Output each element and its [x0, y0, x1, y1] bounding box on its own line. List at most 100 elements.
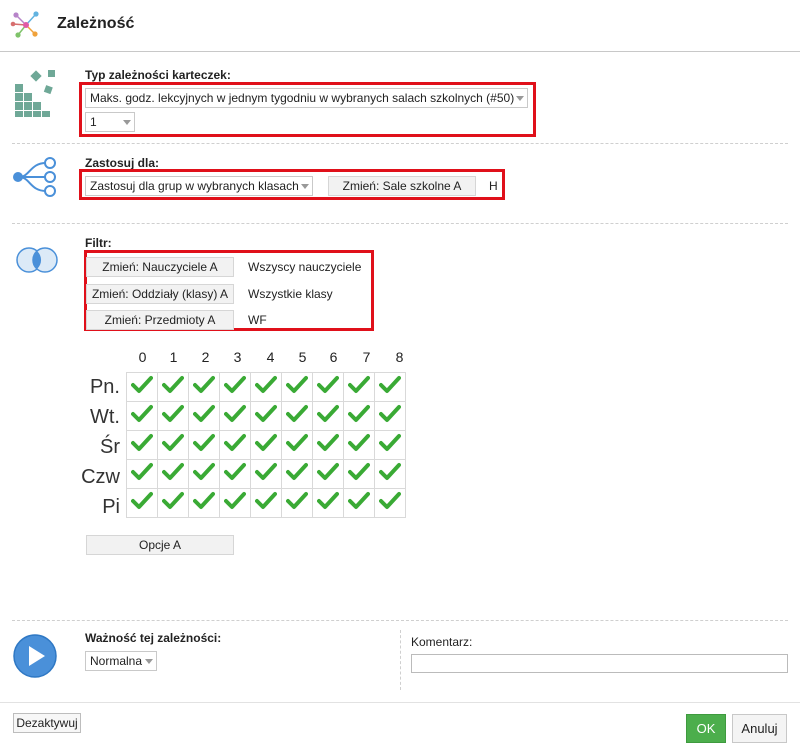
timetable-cell[interactable]	[312, 459, 344, 489]
checkmark-icon	[131, 433, 153, 451]
filter-label: Filtr:	[85, 236, 112, 250]
timetable-cell[interactable]	[343, 372, 375, 402]
timetable-cell[interactable]	[219, 488, 251, 518]
section-divider	[12, 620, 788, 621]
timetable-cell[interactable]	[126, 488, 158, 518]
timetable-cell[interactable]	[374, 488, 406, 518]
timetable-cell[interactable]	[126, 430, 158, 460]
timetable-cell[interactable]	[188, 430, 220, 460]
dependency-type-value: Maks. godz. lekcyjnych w jednym tygodniu…	[90, 91, 515, 105]
ok-button[interactable]: OK	[686, 714, 726, 743]
dependency-type-select[interactable]: Maks. godz. lekcyjnych w jednym tygodniu…	[85, 88, 528, 108]
day-header: Śr	[100, 436, 120, 458]
timetable-cell[interactable]	[374, 459, 406, 489]
period-header: 7	[362, 349, 371, 365]
checkmark-icon	[162, 433, 184, 451]
timetable-cell[interactable]	[157, 372, 189, 402]
header-divider	[0, 51, 800, 52]
vertical-divider	[400, 630, 401, 690]
checkmark-icon	[348, 491, 370, 509]
timetable-cell[interactable]	[219, 372, 251, 402]
timetable-cell[interactable]	[219, 401, 251, 431]
timetable-cell[interactable]	[250, 401, 282, 431]
chevron-down-icon	[145, 659, 153, 664]
timetable-cell[interactable]	[157, 459, 189, 489]
count-value: 1	[90, 115, 97, 129]
timetable-cell[interactable]	[312, 372, 344, 402]
timetable-cell[interactable]	[343, 459, 375, 489]
timetable-cell[interactable]	[250, 372, 282, 402]
timetable-cell[interactable]	[126, 372, 158, 402]
footer-divider	[0, 702, 800, 703]
timetable-cell[interactable]	[374, 401, 406, 431]
checkmark-icon	[224, 491, 246, 509]
timetable-cell[interactable]	[312, 401, 344, 431]
checkmark-icon	[255, 491, 277, 509]
cancel-button[interactable]: Anuluj	[732, 714, 787, 743]
timetable-cell[interactable]	[188, 459, 220, 489]
day-header: Pn.	[89, 376, 120, 398]
deactivate-button[interactable]: Dezaktywuj	[13, 713, 81, 733]
timetable-cell[interactable]	[126, 459, 158, 489]
timetable-cell[interactable]	[157, 430, 189, 460]
timetable-cell[interactable]	[343, 488, 375, 518]
period-header: 6	[329, 349, 338, 365]
checkmark-icon	[224, 462, 246, 480]
timetable-cell[interactable]	[219, 430, 251, 460]
tree-icon	[10, 155, 62, 199]
checkmark-icon	[379, 404, 401, 422]
checkmark-icon	[286, 433, 308, 451]
checkmark-icon	[379, 375, 401, 393]
timetable-cell[interactable]	[281, 372, 313, 402]
change-classes-button[interactable]: Zmień: Oddziały (klasy) A	[86, 284, 234, 304]
change-rooms-button[interactable]: Zmień: Sale szkolne A	[328, 176, 476, 196]
checkmark-icon	[379, 491, 401, 509]
timetable-cell[interactable]	[250, 488, 282, 518]
timetable-cell[interactable]	[219, 459, 251, 489]
checkmark-icon	[193, 404, 215, 422]
day-header: Czw	[81, 466, 120, 488]
timetable-cell[interactable]	[312, 430, 344, 460]
timetable-cell[interactable]	[281, 401, 313, 431]
apply-for-select[interactable]: Zastosuj dla grup w wybranych klasach	[85, 176, 313, 196]
timetable-cell[interactable]	[281, 459, 313, 489]
checkmark-icon	[286, 404, 308, 422]
checkmark-icon	[131, 404, 153, 422]
importance-select[interactable]: Normalna	[85, 651, 157, 671]
timetable-cell[interactable]	[374, 430, 406, 460]
timetable-cell[interactable]	[281, 488, 313, 518]
timetable-cell[interactable]	[343, 401, 375, 431]
options-button[interactable]: Opcje A	[86, 535, 234, 555]
checkmark-icon	[317, 404, 339, 422]
timetable-row	[126, 459, 406, 489]
checkmark-icon	[162, 375, 184, 393]
checkmark-icon	[131, 462, 153, 480]
timetable-cell[interactable]	[188, 372, 220, 402]
timetable-cell[interactable]	[374, 372, 406, 402]
comment-label: Komentarz:	[411, 635, 473, 649]
timetable-cell[interactable]	[281, 430, 313, 460]
section-divider	[12, 223, 788, 224]
change-teachers-button[interactable]: Zmień: Nauczyciele A	[86, 257, 234, 277]
timetable-cell[interactable]	[157, 401, 189, 431]
checkmark-icon	[348, 462, 370, 480]
timetable-cell[interactable]	[126, 401, 158, 431]
checkmark-icon	[131, 375, 153, 393]
timetable-cell[interactable]	[250, 430, 282, 460]
checkmark-icon	[193, 462, 215, 480]
timetable-cell[interactable]	[157, 488, 189, 518]
timetable-row	[126, 401, 406, 431]
checkmark-icon	[255, 433, 277, 451]
timetable-cell[interactable]	[312, 488, 344, 518]
count-select[interactable]: 1	[85, 112, 135, 132]
timetable-cell[interactable]	[250, 459, 282, 489]
checkmark-icon	[286, 375, 308, 393]
comment-input[interactable]	[411, 654, 788, 673]
chevron-down-icon	[516, 96, 524, 101]
change-subjects-button[interactable]: Zmień: Przedmioty A	[86, 310, 234, 330]
timetable-cell[interactable]	[188, 488, 220, 518]
checkmark-icon	[193, 433, 215, 451]
importance-value: Normalna	[90, 654, 143, 668]
timetable-cell[interactable]	[343, 430, 375, 460]
timetable-cell[interactable]	[188, 401, 220, 431]
